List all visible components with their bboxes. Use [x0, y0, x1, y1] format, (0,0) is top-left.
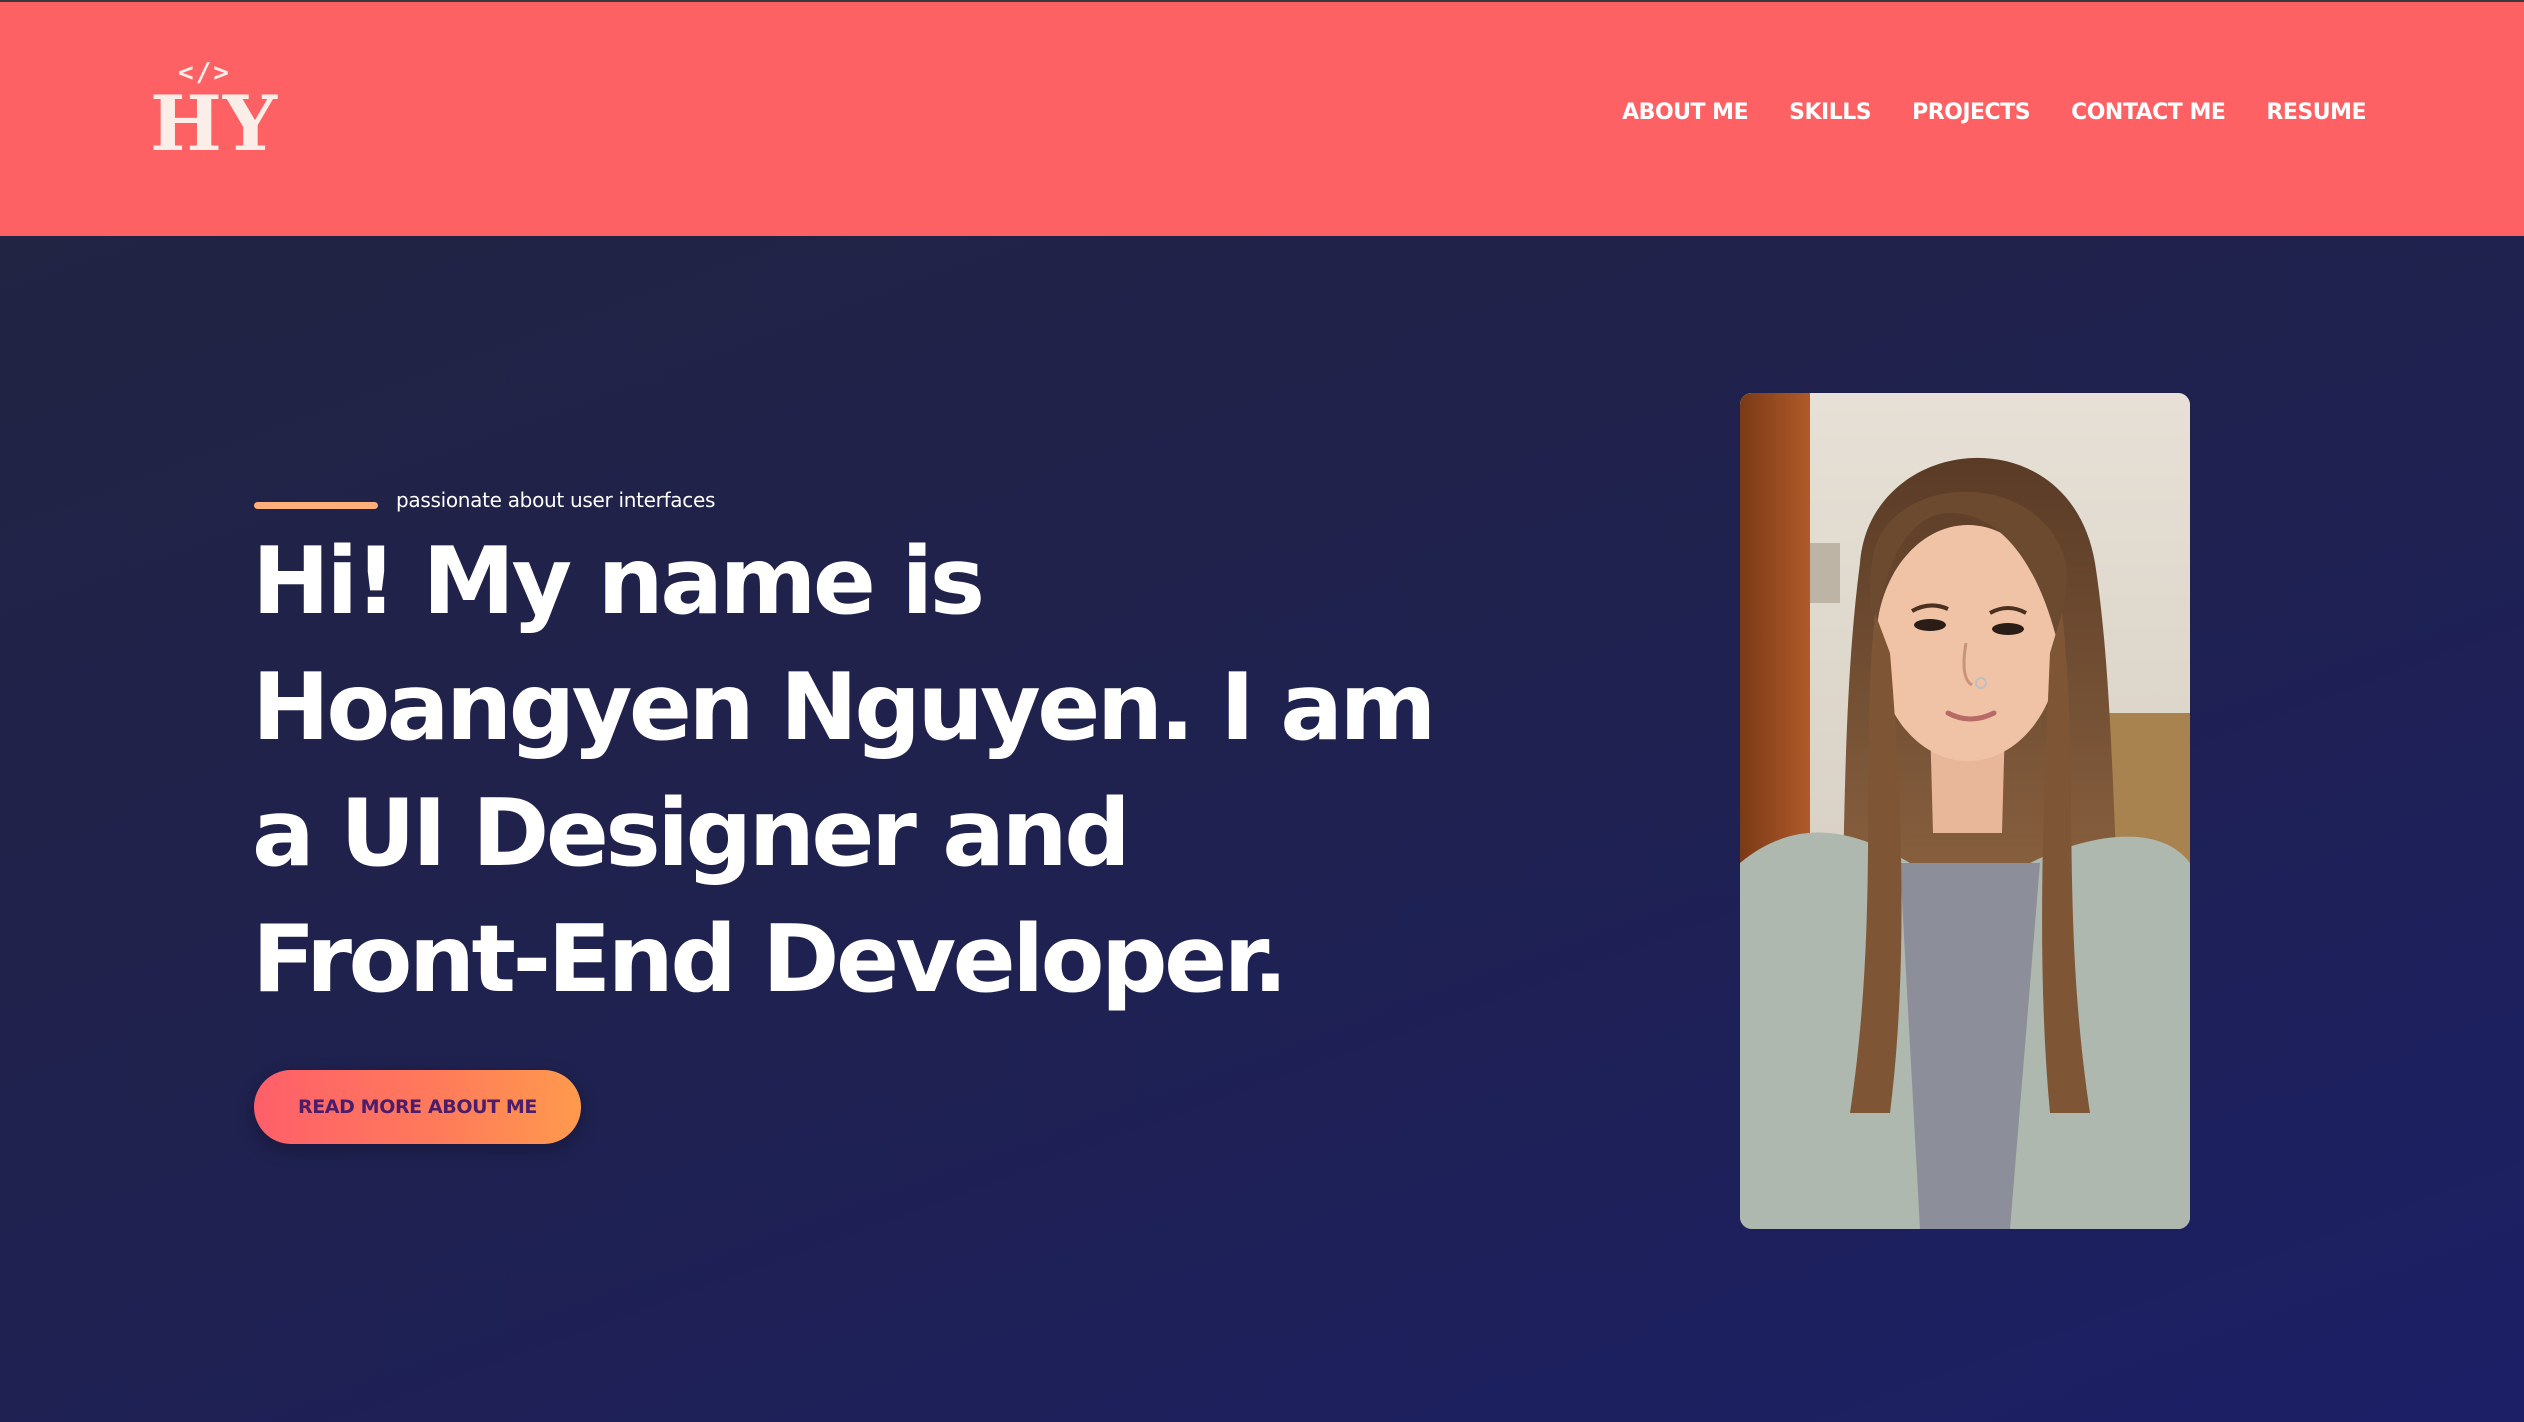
read-more-about-me-button[interactable]: READ MORE ABOUT ME — [254, 1070, 581, 1144]
nav-contact-me[interactable]: CONTACT ME — [2071, 100, 2226, 125]
profile-photo — [1740, 393, 2190, 1229]
headline-line-1: Hi! My name is — [252, 527, 985, 635]
portrait-illustration — [1740, 393, 2190, 1229]
nav-resume[interactable]: RESUME — [2266, 100, 2366, 125]
logo-initials: HY — [150, 79, 279, 168]
tagline-text: passionate about user interfaces — [396, 488, 716, 512]
logo[interactable]: </> HY — [150, 58, 277, 178]
nav-about-me[interactable]: ABOUT ME — [1622, 100, 1748, 125]
hero-headline: Hi! My name is Hoangyen Nguyen. I am a U… — [252, 518, 1452, 1022]
hero-tagline: passionate about user interfaces — [254, 488, 715, 512]
headline-line-4: Front-End Developer. — [252, 905, 1288, 1013]
main-nav: ABOUT ME SKILLS PROJECTS CONTACT ME RESU… — [1622, 100, 2366, 125]
tagline-accent-line — [254, 501, 378, 509]
nav-projects[interactable]: PROJECTS — [1912, 100, 2030, 125]
headline-line-3: a UI Designer and — [252, 779, 1131, 887]
nav-skills[interactable]: SKILLS — [1789, 100, 1871, 125]
page: </> HY ABOUT ME SKILLS PROJECTS CONTACT … — [0, 0, 2524, 1422]
site-header: </> HY ABOUT ME SKILLS PROJECTS CONTACT … — [0, 0, 2524, 236]
headline-line-2: Hoangyen Nguyen. I am — [252, 653, 1436, 761]
